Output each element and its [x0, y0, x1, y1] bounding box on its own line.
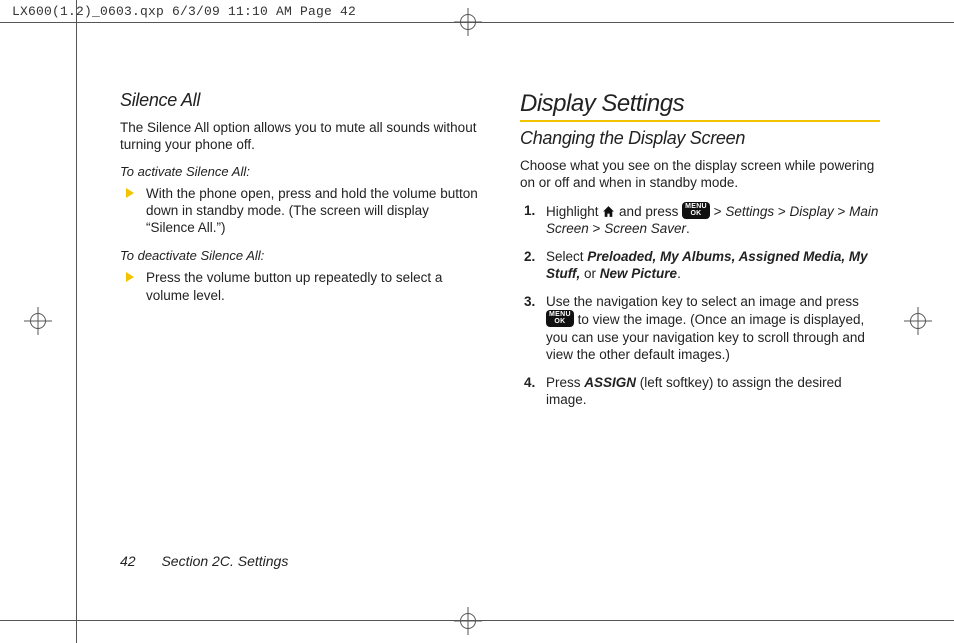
silence-intro: The Silence All option allows you to mut… [120, 119, 480, 154]
crop-rule-left [76, 0, 77, 643]
section-label: Section 2C. Settings [161, 553, 288, 569]
col-right: Display Settings Changing the Display Sc… [520, 90, 880, 419]
page-number: 42 [120, 553, 136, 569]
reg-mark-left [24, 307, 52, 335]
reg-mark-top [454, 8, 482, 36]
activate-step: With the phone open, press and hold the … [120, 185, 480, 237]
step-1: Highlight and press MENUOK > Settings > … [520, 202, 880, 238]
step-1-text-a: Highlight [546, 204, 602, 219]
menu-ok-key-icon: MENUOK [682, 202, 710, 219]
display-intro: Choose what you see on the display scree… [520, 157, 880, 192]
path-display: Display [790, 204, 834, 219]
step-2-or: or [584, 266, 600, 281]
gt-1: > [714, 204, 726, 219]
deactivate-lead: To deactivate Silence All: [120, 248, 480, 263]
deactivate-step: Press the volume button up repeatedly to… [120, 269, 480, 304]
home-icon [602, 205, 615, 217]
step-3: Use the navigation key to select an imag… [520, 293, 880, 364]
step-4: Press ASSIGN (left softkey) to assign th… [520, 374, 880, 409]
assign-key: ASSIGN [584, 375, 636, 390]
crop-header: LX600(1.2)_0603.qxp 6/3/09 11:10 AM Page… [12, 4, 356, 19]
heading-changing-display: Changing the Display Screen [520, 128, 880, 149]
reg-mark-bottom [454, 607, 482, 635]
gt-3: > [838, 204, 850, 219]
gt-2: > [778, 204, 790, 219]
heading-display-settings: Display Settings [520, 90, 880, 122]
page-body: Silence All The Silence All option allow… [120, 90, 880, 419]
gt-4: > [593, 221, 605, 236]
step-2: Select Preloaded, My Albums, Assigned Me… [520, 248, 880, 283]
period-2: . [677, 266, 681, 281]
step-1-text-b: and press [619, 204, 682, 219]
col-left: Silence All The Silence All option allow… [120, 90, 480, 419]
activate-lead: To activate Silence All: [120, 164, 480, 179]
path-screen-saver: Screen Saver [604, 221, 686, 236]
reg-mark-right [904, 307, 932, 335]
step-3-b: to view the image. (Once an image is dis… [546, 312, 865, 362]
step-2-a: Select [546, 249, 587, 264]
step-2-last: New Picture [600, 266, 677, 281]
period-1: . [686, 221, 690, 236]
heading-silence-all: Silence All [120, 90, 480, 111]
page-footer: 42 Section 2C. Settings [120, 553, 288, 569]
step-3-a: Use the navigation key to select an imag… [546, 294, 859, 309]
menu-ok-key-icon-2: MENUOK [546, 310, 574, 327]
step-4-a: Press [546, 375, 584, 390]
path-settings: Settings [725, 204, 774, 219]
steps-list: Highlight and press MENUOK > Settings > … [520, 202, 880, 409]
